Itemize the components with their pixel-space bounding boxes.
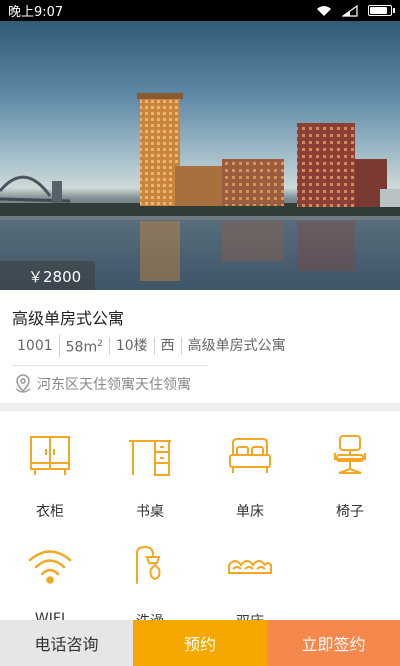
tag-type: 高级单房式公寓 xyxy=(180,336,292,355)
price-tag: ￥2800 xyxy=(0,261,96,290)
facility-label: 椅子 xyxy=(336,504,364,520)
listing-tags: 1001 58m2 10楼 西 高级单房式公寓 xyxy=(12,335,292,357)
facility-item: 洗澡 xyxy=(100,521,200,621)
phone-consult-button[interactable]: 电话咨询 xyxy=(0,620,133,666)
tag-room-number: 1001 xyxy=(17,337,53,354)
city-skyline-illustration xyxy=(0,93,400,281)
address-text: 河东区天住领寓天住领寓 xyxy=(37,377,191,393)
battery-icon xyxy=(368,5,395,16)
facility-item: 衣柜 xyxy=(0,411,100,521)
listing-title: 高级单房式公寓 xyxy=(12,309,125,328)
facility-item: WIFI xyxy=(0,521,100,621)
address-row[interactable]: 河东区天住领寓天住领寓 xyxy=(12,373,191,395)
facility-label: 衣柜 xyxy=(36,504,64,520)
facility-item: 书桌 xyxy=(100,411,200,521)
listing-info: 高级单房式公寓 1001 58m2 10楼 西 高级单房式公寓 河东区天住领寓天… xyxy=(0,290,400,403)
facilities-grid: 衣柜 书桌 单床 椅子 WIFI xyxy=(0,411,400,621)
facility-label: 单床 xyxy=(236,504,264,520)
status-time: 晚上9:07 xyxy=(8,5,64,20)
status-bar: 晚上9:07 xyxy=(0,0,400,21)
divider xyxy=(12,365,208,366)
screen: 晚上9:07 ￥2800 高级单房式公寓 1001 58m2 10楼 西 高级单… xyxy=(0,0,400,666)
reserve-button[interactable]: 预约 xyxy=(133,620,267,666)
wifi-signal-icon xyxy=(317,5,331,16)
tag-area-sup: 2 xyxy=(97,339,103,349)
wifi-icon xyxy=(28,550,72,584)
facility-item: 单床 xyxy=(200,411,300,521)
tag-area-value: 58m xyxy=(65,339,98,356)
status-icons xyxy=(316,4,395,17)
desk-icon xyxy=(129,440,171,476)
location-pin-icon xyxy=(15,374,31,393)
facility-label: 书桌 xyxy=(136,504,164,520)
chair-icon xyxy=(334,435,366,474)
section-separator xyxy=(0,403,400,411)
tag-floor: 10楼 xyxy=(108,336,154,355)
tag-area: 58m2 xyxy=(58,335,109,357)
single-bed-icon xyxy=(229,438,271,473)
facility-item: 椅子 xyxy=(300,411,400,521)
tag-orientation: 西 xyxy=(153,336,181,355)
double-bed-icon xyxy=(228,560,272,574)
sign-now-button[interactable]: 立即签约 xyxy=(267,620,400,666)
bottom-action-bar: 电话咨询 预约 立即签约 xyxy=(0,620,400,666)
facility-item: 双床 xyxy=(200,521,300,621)
wardrobe-icon xyxy=(30,436,70,475)
shower-icon xyxy=(136,545,161,584)
room-photo[interactable]: ￥2800 xyxy=(0,21,400,290)
cell-signal-icon xyxy=(342,4,358,17)
